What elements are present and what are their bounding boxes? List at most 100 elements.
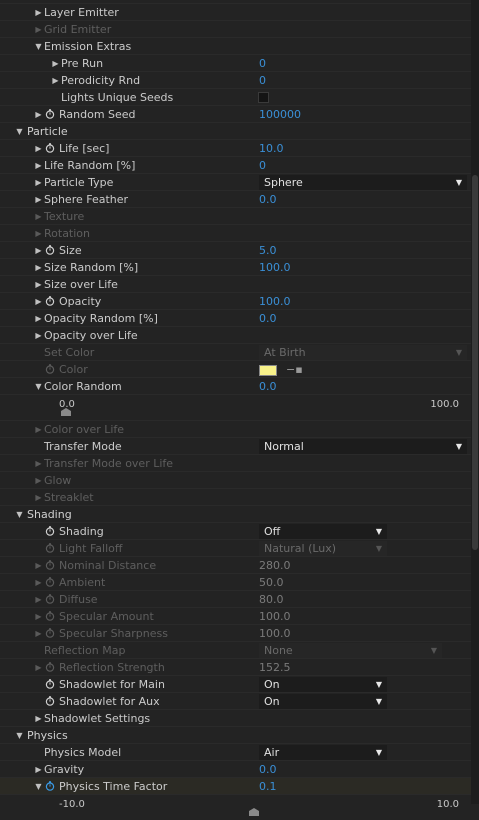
property-dropdown[interactable]: On ▼ <box>259 694 387 709</box>
property-row-color-random[interactable]: ▼ Color Random 0.0 <box>0 377 471 394</box>
expand-arrow-icon[interactable]: ▶ <box>34 106 43 123</box>
property-row-shadowlet-settings[interactable]: ▶ Shadowlet Settings <box>0 709 471 726</box>
scrollbar[interactable] <box>471 0 479 804</box>
stopwatch-icon <box>45 662 55 672</box>
stopwatch-icon[interactable] <box>45 245 55 255</box>
property-label: Opacity over Life <box>44 329 138 342</box>
property-row-physics-model[interactable]: Physics Model Air ▼ <box>0 743 471 760</box>
expand-arrow-icon[interactable]: ▼ <box>15 727 24 744</box>
property-value[interactable]: 0.0 <box>259 310 277 327</box>
property-row-perodicity-rnd[interactable]: ▶ Perodicity Rnd 0 <box>0 71 471 88</box>
property-row-life-random[interactable]: ▶ Life Random [%] 0 <box>0 156 471 173</box>
property-row-lights-unique-seeds[interactable]: Lights Unique Seeds <box>0 88 471 105</box>
section-physics[interactable]: ▼ Physics <box>0 726 471 743</box>
property-label: Light Falloff <box>59 542 123 555</box>
property-value[interactable]: 0.0 <box>259 378 277 395</box>
stopwatch-icon <box>45 577 55 587</box>
stopwatch-icon[interactable] <box>45 696 55 706</box>
expand-arrow-icon[interactable]: ▶ <box>51 72 60 89</box>
property-dropdown[interactable]: On ▼ <box>259 677 387 692</box>
dropdown-value: Sphere <box>264 176 303 189</box>
property-row-physics-time-factor[interactable]: ▼ Physics Time Factor 0.1 <box>0 777 471 794</box>
property-value[interactable]: 0.0 <box>259 191 277 208</box>
property-row-emission-extras[interactable]: ▼ Emission Extras <box>0 37 471 54</box>
property-row-particle-type[interactable]: ▶ Particle Type Sphere ▼ <box>0 173 471 190</box>
expand-arrow-icon[interactable]: ▶ <box>34 4 43 21</box>
expand-arrow-icon[interactable]: ▶ <box>34 191 43 208</box>
expand-arrow-icon[interactable]: ▼ <box>15 123 24 140</box>
stopwatch-icon[interactable] <box>45 679 55 689</box>
section-shading[interactable]: ▼ Shading <box>0 505 471 522</box>
expand-arrow-icon[interactable]: ▶ <box>34 157 43 174</box>
property-dropdown[interactable]: Sphere ▼ <box>259 175 467 190</box>
property-row-shading[interactable]: Shading Off ▼ <box>0 522 471 539</box>
expand-arrow-icon[interactable]: ▶ <box>34 174 43 191</box>
stopwatch-icon[interactable] <box>45 143 55 153</box>
property-row-opacity-random[interactable]: ▶ Opacity Random [%] 0.0 <box>0 309 471 326</box>
collapse-arrow-icon[interactable]: ▼ <box>34 778 43 795</box>
expand-arrow-icon[interactable]: ▶ <box>34 761 43 778</box>
section-particle[interactable]: ▼ Particle <box>0 122 471 139</box>
property-value[interactable]: 0 <box>259 157 266 174</box>
property-row-life[interactable]: ▶ Life [sec] 10.0 <box>0 139 471 156</box>
property-row-pre-run[interactable]: ▶ Pre Run 0 <box>0 54 471 71</box>
property-value[interactable]: 100.0 <box>259 293 291 310</box>
property-row-gravity[interactable]: ▶ Gravity 0.0 <box>0 760 471 777</box>
slider-min-label: -10.0 <box>59 799 85 810</box>
property-row-transfer-mode[interactable]: Transfer Mode Normal ▼ <box>0 437 471 454</box>
property-row-layer-emitter[interactable]: ▶ Layer Emitter <box>0 3 471 20</box>
expand-arrow-icon[interactable]: ▶ <box>34 327 43 344</box>
expand-arrow-icon[interactable]: ▶ <box>34 310 43 327</box>
property-dropdown[interactable]: Air ▼ <box>259 745 387 760</box>
property-row-size-over-life[interactable]: ▶ Size over Life <box>0 275 471 292</box>
expand-arrow-icon[interactable]: ▶ <box>34 242 43 259</box>
expand-arrow-icon: ▶ <box>35 229 42 238</box>
property-row-sphere-feather[interactable]: ▶ Sphere Feather 0.0 <box>0 190 471 207</box>
property-label: Reflection Strength <box>59 661 165 674</box>
collapse-arrow-icon[interactable]: ▼ <box>34 38 43 55</box>
property-value: 100.0 <box>259 627 291 640</box>
property-value[interactable]: 5.0 <box>259 242 277 259</box>
property-label: Physics Time Factor <box>59 780 168 793</box>
property-value[interactable]: 10.0 <box>259 140 284 157</box>
property-row-shadowlet-for-main[interactable]: Shadowlet for Main On ▼ <box>0 675 471 692</box>
stopwatch-icon[interactable] <box>45 526 55 536</box>
expand-arrow-icon[interactable]: ▶ <box>34 259 43 276</box>
property-value[interactable]: 0 <box>259 72 266 89</box>
expand-arrow-icon[interactable]: ▶ <box>34 276 43 293</box>
expand-arrow-icon[interactable]: ▶ <box>34 293 43 310</box>
slider-thumb[interactable] <box>249 808 259 816</box>
stopwatch-icon[interactable] <box>45 781 55 791</box>
property-value[interactable]: 0.0 <box>259 761 277 778</box>
property-row-random-seed[interactable]: ▶ Random Seed 100000 <box>0 105 471 122</box>
property-label: Opacity <box>59 295 102 308</box>
stopwatch-icon[interactable] <box>45 109 55 119</box>
property-value[interactable]: 0.1 <box>259 778 277 795</box>
property-value[interactable]: 100000 <box>259 106 301 123</box>
stopwatch-icon[interactable] <box>45 296 55 306</box>
property-value[interactable]: 0 <box>259 55 266 72</box>
property-label: Rotation <box>44 227 91 240</box>
slider-control[interactable]: -10.0 10.0 <box>0 795 471 820</box>
expand-arrow-icon: ▶ <box>35 493 42 502</box>
property-dropdown[interactable]: Normal ▼ <box>259 439 467 454</box>
property-row-opacity[interactable]: ▶ Opacity 100.0 <box>0 292 471 309</box>
property-row-size-random[interactable]: ▶ Size Random [%] 100.0 <box>0 258 471 275</box>
expand-arrow-icon[interactable]: ▶ <box>34 710 43 727</box>
property-value[interactable]: 100.0 <box>259 259 291 276</box>
property-row-size[interactable]: ▶ Size 5.0 <box>0 241 471 258</box>
property-dropdown[interactable]: Off ▼ <box>259 524 387 539</box>
property-label: Diffuse <box>59 593 98 606</box>
checkbox[interactable] <box>258 92 269 103</box>
expand-arrow-icon[interactable]: ▶ <box>51 55 60 72</box>
expand-arrow-icon: ▶ <box>35 561 42 570</box>
property-row-opacity-over-life[interactable]: ▶ Opacity over Life <box>0 326 471 343</box>
collapse-arrow-icon[interactable]: ▼ <box>34 378 43 395</box>
expand-arrow-icon[interactable]: ▶ <box>34 140 43 157</box>
expand-arrow-icon[interactable]: ▼ <box>15 506 24 523</box>
property-label: Transfer Mode <box>44 440 122 453</box>
slider-thumb[interactable] <box>61 408 71 416</box>
property-row-shadowlet-for-aux[interactable]: Shadowlet for Aux On ▼ <box>0 692 471 709</box>
slider-control[interactable]: 0.0 100.0 <box>0 395 471 420</box>
scrollbar-thumb[interactable] <box>472 175 478 550</box>
